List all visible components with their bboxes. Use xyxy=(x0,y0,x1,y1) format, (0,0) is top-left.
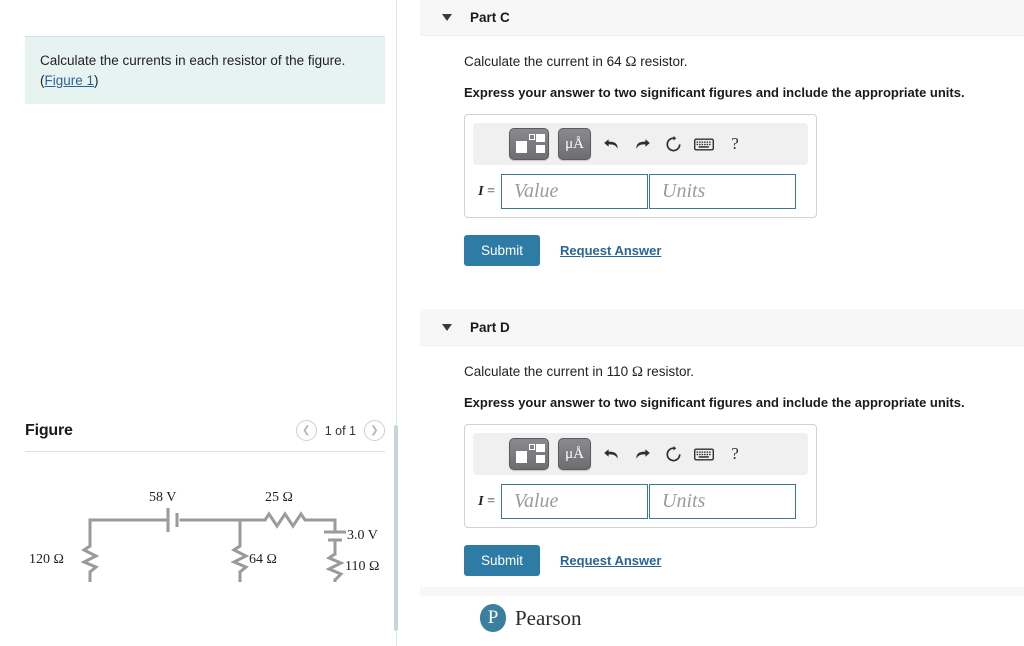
part-d-label: Part D xyxy=(470,319,510,335)
figure-1-link[interactable]: Figure 1 xyxy=(45,73,95,88)
part-d-answer-row: I = Value Units xyxy=(473,484,808,519)
part-c-body: Calculate the current in 64 Ω resistor. … xyxy=(420,36,1024,266)
units-mua-label: μÅ xyxy=(565,135,584,152)
redo-arrow-icon[interactable] xyxy=(631,442,653,466)
circuit-svg: 58 V 120 Ω 82 Ω 64 Ω 25 Ω 3.0 V 110 Ω xyxy=(29,490,379,625)
figure-pager: ❮ 1 of 1 ❯ xyxy=(295,420,385,441)
pearson-wordmark: Pearson xyxy=(515,605,582,630)
part-c-actions: Submit Request Answer xyxy=(464,235,1024,266)
units-mua-label: μÅ xyxy=(565,445,584,462)
label-battery-3v: 3.0 V xyxy=(347,528,378,543)
reset-circular-arrow-icon[interactable] xyxy=(662,442,684,466)
part-d-variable: I xyxy=(478,493,484,509)
figure-page-count: 1 of 1 xyxy=(324,423,356,438)
part-c-instruction: Express your answer to two significant f… xyxy=(464,85,965,100)
reset-circular-arrow-icon[interactable] xyxy=(662,132,684,156)
resistor-120 xyxy=(80,544,100,574)
chevron-left-icon[interactable]: ❮ xyxy=(295,420,317,441)
right-pane: Part C Calculate the current in 64 Ω res… xyxy=(420,0,1024,646)
figure-panel: Figure ❮ 1 of 1 ❯ 58 V 120 Ω 64 Ω 25 Ω 3… xyxy=(25,420,385,625)
math-template-icon[interactable] xyxy=(509,438,549,470)
units-mua-button[interactable]: μÅ xyxy=(558,128,591,160)
part-d-header[interactable]: Part D xyxy=(420,309,1024,346)
pearson-logo: P Pearson xyxy=(480,604,582,632)
left-pane-scrollbar[interactable] xyxy=(394,425,398,631)
part-d-prompt-post: resistor. xyxy=(643,364,695,379)
part-c-units-input[interactable]: Units xyxy=(649,174,796,209)
part-c-prompt-post: resistor. xyxy=(636,54,688,69)
part-d-prompt-ohm: Ω xyxy=(631,364,644,380)
question-statement-box: Calculate the currents in each resistor … xyxy=(25,36,385,105)
part-c-d-gap xyxy=(420,266,1024,309)
part-c-submit-button[interactable]: Submit xyxy=(464,235,541,266)
keyboard-icon[interactable] xyxy=(693,442,715,466)
part-c-request-answer-link[interactable]: Request Answer xyxy=(560,243,661,258)
label-resistor-25: 25 Ω xyxy=(265,490,293,505)
pearson-mark-letter: P xyxy=(487,607,499,628)
part-c-prompt-ohm: Ω xyxy=(625,54,637,70)
part-d-prompt: Calculate the current in 110 Ω resistor. xyxy=(464,364,1024,381)
battery-3v-symbol xyxy=(324,530,346,542)
label-resistor-110: 110 Ω xyxy=(345,559,379,574)
label-battery-58v: 58 V xyxy=(149,490,176,505)
part-d-units-input[interactable]: Units xyxy=(649,484,796,519)
resistor-64 xyxy=(230,544,250,574)
part-d-value-input[interactable]: Value xyxy=(501,484,648,519)
part-c-value-input[interactable]: Value xyxy=(501,174,648,209)
undo-arrow-icon[interactable] xyxy=(600,132,622,156)
figure-header: Figure ❮ 1 of 1 ❯ xyxy=(25,420,385,451)
battery-58v-symbol xyxy=(166,508,179,532)
page-root: Calculate the currents in each resistor … xyxy=(0,0,1024,646)
part-c-prompt: Calculate the current in 64 Ω resistor. xyxy=(464,54,1024,71)
question-sentence: Calculate the currents in each resistor … xyxy=(40,53,346,68)
part-d-units-placeholder: Units xyxy=(662,490,706,512)
part-c-answer-row: I = Value Units xyxy=(473,174,808,209)
math-template-glyph xyxy=(516,134,545,154)
label-resistor-64: 64 Ω xyxy=(249,552,277,567)
part-c-value-placeholder: Value xyxy=(514,180,559,202)
part-d-instruction: Express your answer to two significant f… xyxy=(464,395,965,410)
part-c-answer-toolbar: μÅ ? xyxy=(473,123,808,165)
part-c-label: Part C xyxy=(470,10,510,25)
question-text: Calculate the currents in each resistor … xyxy=(40,51,371,90)
part-c-equals: = xyxy=(487,183,495,199)
resistor-110 xyxy=(325,552,345,582)
part-c-units-placeholder: Units xyxy=(662,180,706,202)
part-c-variable: I xyxy=(478,183,484,199)
caret-down-icon[interactable] xyxy=(442,14,452,21)
part-d-variable-label: I = xyxy=(473,494,501,510)
units-mua-button[interactable]: μÅ xyxy=(558,438,591,470)
figure-title: Figure xyxy=(25,421,73,439)
figure-ref-close: ) xyxy=(94,72,99,88)
part-d-value-placeholder: Value xyxy=(514,490,559,512)
part-c-header[interactable]: Part C xyxy=(420,0,1024,36)
footer-divider-band xyxy=(420,587,1024,596)
pearson-circle-icon: P xyxy=(480,604,506,632)
math-template-icon[interactable] xyxy=(509,128,549,160)
part-d-submit-button[interactable]: Submit xyxy=(464,545,541,576)
resistor-25 xyxy=(263,511,308,529)
left-pane: Calculate the currents in each resistor … xyxy=(0,0,397,646)
part-d-answer-toolbar: μÅ ? xyxy=(473,433,808,475)
label-resistor-120: 120 Ω xyxy=(29,552,64,567)
part-d-prompt-pre: Calculate the current in 110 xyxy=(464,364,632,379)
part-c-answer-box: μÅ ? I = Value Units xyxy=(464,114,817,218)
part-c-variable-label: I = xyxy=(473,184,501,200)
circuit-diagram: 58 V 120 Ω 82 Ω 64 Ω 25 Ω 3.0 V 110 Ω xyxy=(25,452,385,625)
redo-arrow-icon[interactable] xyxy=(631,132,653,156)
help-question-icon[interactable]: ? xyxy=(724,442,746,466)
math-template-glyph xyxy=(516,444,545,464)
chevron-right-icon[interactable]: ❯ xyxy=(364,420,385,441)
part-d-body: Calculate the current in 110 Ω resistor.… xyxy=(420,346,1024,576)
part-d-request-answer-link[interactable]: Request Answer xyxy=(560,553,661,568)
caret-down-icon[interactable] xyxy=(442,323,452,331)
part-d-equals: = xyxy=(487,493,495,509)
help-question-icon[interactable]: ? xyxy=(724,132,746,156)
part-d-actions: Submit Request Answer xyxy=(464,545,1024,576)
keyboard-icon[interactable] xyxy=(693,132,715,156)
part-d-answer-box: μÅ ? I = Value Units xyxy=(464,424,817,528)
undo-arrow-icon[interactable] xyxy=(600,442,622,466)
part-c-prompt-pre: Calculate the current in 64 xyxy=(464,54,626,69)
